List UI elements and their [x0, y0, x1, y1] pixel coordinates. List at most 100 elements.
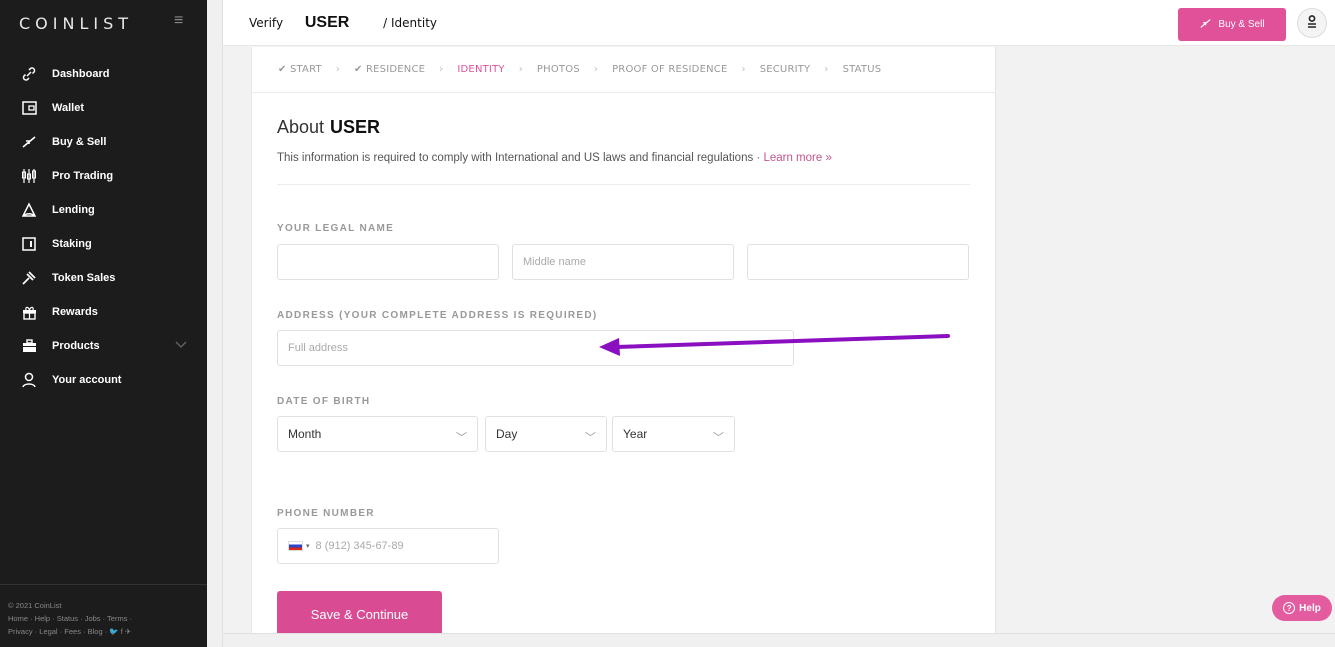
save-label: Save & Continue — [310, 606, 409, 622]
step-chevron-icon: › — [439, 64, 444, 75]
check-icon: ✔ — [278, 64, 290, 75]
save-continue-button[interactable]: Save & Continue — [277, 591, 442, 637]
sidebar-item-label: Pro Trading — [52, 170, 114, 182]
breadcrumb: Verify USER / Identity — [249, 14, 437, 32]
last-name-field[interactable] — [747, 244, 969, 280]
info-body: This information is required to comply w… — [277, 152, 764, 164]
gift-icon — [19, 304, 39, 320]
breadcrumb-user: USER — [304, 14, 350, 31]
form-body: About USER This information is required t… — [252, 117, 995, 185]
day-value: Day — [496, 427, 518, 441]
month-value: Month — [288, 427, 322, 441]
sidebar-item-buy-sell[interactable]: Buy & Sell — [0, 125, 207, 159]
step-identity[interactable]: IDENTITY — [457, 64, 504, 75]
exchange-icon — [1199, 18, 1212, 32]
sidebar-item-pro-trading[interactable]: Pro Trading — [0, 159, 207, 193]
sidebar-item-label: Dashboard — [52, 68, 110, 80]
staking-icon — [19, 236, 39, 252]
middle-name-placeholder: Middle name — [523, 256, 586, 268]
chevron-down-icon: ﹀ — [713, 432, 724, 444]
sidebar-item-label: Lending — [52, 204, 95, 216]
social-icons[interactable]: 🐦 f ✈ — [109, 627, 131, 636]
step-photos: PHOTOS — [536, 64, 580, 75]
sidebar-item-dashboard[interactable]: Dashboard — [0, 57, 207, 91]
account-button[interactable] — [1297, 8, 1327, 38]
buy-sell-button[interactable]: Buy & Sell — [1178, 8, 1286, 41]
step-proof-of-residence: PROOF OF RESIDENCE — [612, 64, 728, 75]
buy-sell-label: Buy & Sell — [1218, 19, 1265, 30]
phone-placeholder: 8 (912) 345-67-89 — [315, 540, 404, 552]
footer-links-1[interactable]: Home · Help · Status · Jobs · Terms · — [8, 612, 207, 625]
about-heading: About USER — [277, 117, 970, 138]
wallet-icon — [19, 100, 39, 116]
year-select[interactable]: Year ﹀ — [612, 416, 735, 452]
step-status: STATUS — [842, 64, 882, 75]
sidebar-item-label: Staking — [52, 238, 92, 250]
horizontal-scrollbar[interactable] — [223, 633, 1335, 647]
step-start[interactable]: START — [290, 64, 322, 75]
sidebar-item-rewards[interactable]: Rewards — [0, 295, 207, 329]
sidebar-item-label: Token Sales — [52, 272, 116, 284]
chevron-down-icon: ﹀ — [456, 432, 467, 444]
sidebar-scrollbar[interactable] — [207, 0, 223, 647]
sidebar-item-label: Buy & Sell — [52, 136, 107, 148]
chevron-down-icon[interactable] — [175, 340, 187, 352]
link-icon — [19, 66, 39, 82]
breadcrumb-section: / Identity — [383, 16, 438, 30]
progress-steps: ✔ START › ✔ RESIDENCE › IDENTITY › PHOTO… — [252, 47, 995, 93]
russia-flag-icon[interactable] — [288, 541, 303, 551]
annotation-arrow-icon — [599, 334, 950, 356]
footer-links-2[interactable]: Privacy · Legal · Fees · Blog · 🐦 f ✈ — [8, 625, 207, 638]
sidebar-item-label: Products — [52, 340, 100, 352]
help-button[interactable]: ? Help — [1272, 595, 1332, 621]
step-chevron-icon: › — [518, 64, 523, 75]
month-select[interactable]: Month ﹀ — [277, 416, 478, 452]
lending-icon — [19, 202, 39, 218]
step-chevron-icon: › — [335, 64, 341, 75]
address-placeholder: Full address — [288, 342, 348, 354]
step-residence[interactable]: RESIDENCE — [366, 64, 425, 75]
step-chevron-icon: › — [593, 64, 599, 75]
address-label: ADDRESS (YOUR COMPLETE ADDRESS IS REQUIR… — [277, 310, 598, 321]
help-label: Help — [1299, 602, 1321, 614]
step-chevron-icon: › — [741, 64, 746, 75]
coinlist-logo[interactable]: COINLIST — [19, 14, 133, 33]
sidebar-nav: Dashboard Wallet Buy & Sell Pro Trading … — [0, 57, 207, 397]
sidebar-item-lending[interactable]: Lending — [0, 193, 207, 227]
footer-links-2-text[interactable]: Privacy · Legal · Fees · Blog · — [8, 627, 109, 636]
middle-name-field[interactable]: Middle name — [512, 244, 734, 280]
about-user: USER — [330, 117, 381, 137]
question-icon: ? — [1283, 602, 1296, 614]
day-select[interactable]: Day ﹀ — [485, 416, 607, 452]
top-bar: Verify USER / Identity Buy & Sell — [223, 0, 1335, 46]
phone-field[interactable]: ▾ 8 (912) 345-67-89 — [277, 528, 499, 564]
legal-name-label: YOUR LEGAL NAME — [277, 223, 395, 234]
sidebar-item-wallet[interactable]: Wallet — [0, 91, 207, 125]
candles-icon — [19, 168, 39, 184]
sidebar-item-label: Rewards — [52, 306, 98, 318]
sidebar-item-products[interactable]: Products — [0, 329, 207, 363]
check-icon: ✔ — [354, 64, 366, 75]
learn-more-link[interactable]: Learn more » — [763, 152, 831, 164]
sidebar-item-your-account[interactable]: Your account — [0, 363, 207, 397]
info-text: This information is required to comply w… — [277, 152, 970, 185]
chevron-down-icon: ﹀ — [585, 432, 596, 444]
year-value: Year — [623, 427, 648, 441]
user-icon — [19, 372, 39, 388]
hammer-icon — [19, 270, 39, 286]
user-icon — [1307, 15, 1317, 31]
menu-icon[interactable]: ≡ — [174, 12, 183, 30]
about-label: About — [277, 117, 325, 137]
caret-down-icon[interactable]: ▾ — [306, 542, 310, 550]
sidebar-item-label: Your account — [52, 374, 122, 386]
phone-label: PHONE NUMBER — [277, 508, 375, 519]
dob-label: DATE OF BIRTH — [277, 396, 371, 407]
breadcrumb-verify[interactable]: Verify — [249, 16, 283, 30]
sidebar-footer: © 2021 CoinList Home · Help · Status · J… — [0, 584, 207, 638]
first-name-field[interactable] — [277, 244, 499, 280]
sidebar: COINLIST ≡ Dashboard Wallet Buy & Sell P… — [0, 0, 207, 647]
sidebar-item-token-sales[interactable]: Token Sales — [0, 261, 207, 295]
sidebar-item-staking[interactable]: Staking — [0, 227, 207, 261]
sidebar-item-label: Wallet — [52, 102, 84, 114]
exchange-icon — [19, 134, 39, 150]
